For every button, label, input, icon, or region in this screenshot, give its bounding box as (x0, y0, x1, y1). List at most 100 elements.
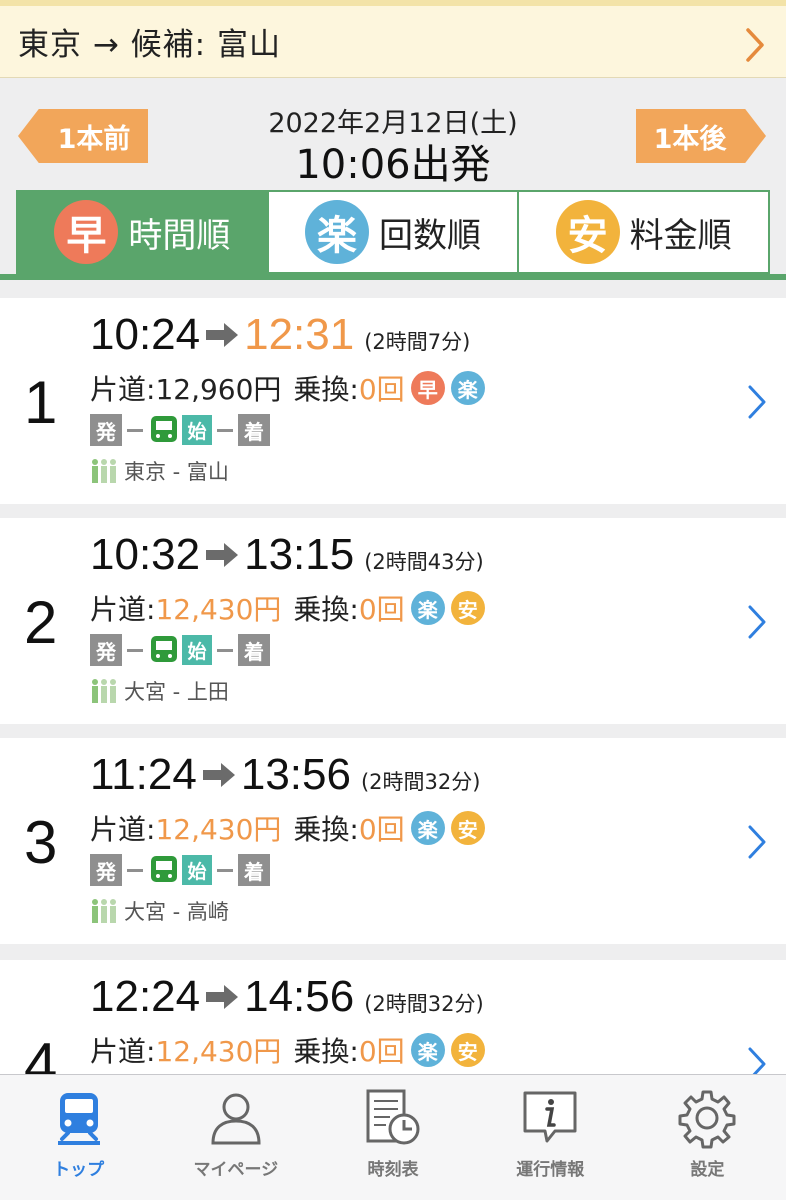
transfer-count: 0回 (358, 373, 405, 406)
departure-stop: 発 (90, 854, 122, 886)
result-number: 2 (24, 589, 58, 656)
duration: (2時間7分) (364, 330, 471, 354)
chevron-right-icon (748, 605, 766, 639)
route-text: 東京 → 候補: 富山 (18, 27, 281, 63)
fare-label: 片道: (90, 813, 156, 846)
departure-stop: 発 (90, 634, 122, 666)
arrival-time: 14:56 (244, 972, 355, 1021)
train-section: 大宮 - 上田 (124, 680, 229, 704)
transfer-count: 0回 (358, 813, 405, 846)
fast-badge-icon: 早 (410, 371, 445, 405)
congestion-icon (92, 459, 116, 483)
transfer-label: 乗換: (293, 593, 359, 626)
duration: (2時間43分) (364, 550, 484, 574)
route-bar[interactable]: 東京 → 候補: 富山 (0, 0, 786, 78)
route-diagram: 発 始 着 (90, 854, 270, 886)
next-train-button[interactable]: 1本後 (636, 109, 766, 163)
fare-value: 12,430円 (155, 813, 282, 846)
cheap-icon: 安 (555, 200, 620, 264)
shinkansen-icon (151, 416, 177, 442)
congestion-icon (92, 899, 116, 923)
arrow-right-icon (206, 985, 239, 1009)
cheap-badge-icon: 安 (450, 811, 485, 845)
result-card-3[interactable]: 3 11:24 13:56 (2時間32分) 片道: 12,430円 乗換: 0… (0, 738, 786, 944)
train-section: 大宮 - 高崎 (124, 900, 229, 924)
easy-badge-icon: 楽 (410, 591, 445, 625)
tab-underline (0, 274, 786, 280)
tabbar-mypage[interactable]: マイページ (157, 1075, 314, 1200)
date-header: 1本前 2022年2月12日(土) 10:06出発 1本後 (0, 78, 786, 190)
person-icon (211, 1093, 261, 1145)
tab-sort-transfers[interactable]: 楽 回数順 (269, 192, 520, 272)
tabbar-label: 運行情報 (516, 1160, 585, 1180)
chevron-right-icon (746, 28, 764, 62)
departure-stop: 発 (90, 414, 122, 446)
transfer-count: 0回 (358, 1035, 405, 1068)
train-icon (57, 1093, 100, 1145)
departure-time: 10:24 (90, 310, 201, 359)
arrival-stop: 着 (238, 414, 270, 446)
result-number: 4 (24, 1031, 58, 1074)
bottom-tab-bar: トップ マイページ 時刻表 運行情報 設定 (0, 1074, 786, 1200)
origin-start-badge: 始 (182, 415, 212, 445)
tabbar-label: 時刻表 (367, 1160, 419, 1180)
departure-time: 12:24 (90, 972, 201, 1021)
duration: (2時間32分) (364, 992, 484, 1016)
transfer-label: 乗換: (293, 373, 359, 406)
departure-time: 11:24 (90, 750, 197, 799)
info-icon (523, 1091, 577, 1143)
result-card-4[interactable]: 4 12:24 14:56 (2時間32分) 片道: 12,430円 乗換: 0… (0, 960, 786, 1074)
tab-label: 回数順 (379, 215, 481, 256)
fare-value: 12,430円 (155, 1035, 282, 1068)
timetable-icon (366, 1089, 420, 1145)
shinkansen-icon (151, 856, 177, 882)
arrow-right-icon (206, 543, 239, 567)
result-number: 1 (24, 369, 58, 436)
easy-icon: 楽 (305, 200, 369, 264)
origin-start-badge: 始 (182, 855, 212, 885)
fare-label: 片道: (90, 593, 156, 626)
congestion-icon (92, 679, 116, 703)
chevron-right-icon (748, 825, 766, 859)
fare-value: 12,960円 (155, 373, 282, 406)
tabbar-top[interactable]: トップ (0, 1075, 157, 1200)
chevron-right-icon (748, 385, 766, 419)
cheap-badge-icon: 安 (450, 1033, 485, 1067)
tab-sort-fare[interactable]: 安 料金順 (519, 192, 768, 272)
result-card-2[interactable]: 2 10:32 13:15 (2時間43分) 片道: 12,430円 乗換: 0… (0, 518, 786, 724)
arrow-right-icon (202, 763, 235, 787)
easy-badge-icon: 楽 (410, 1033, 445, 1067)
tabbar-label: マイページ (193, 1160, 279, 1180)
arrival-time: 12:31 (244, 310, 355, 359)
result-card-1[interactable]: 1 10:24 12:31 (2時間7分) 片道: 12,960円 乗換: 0回… (0, 298, 786, 504)
arrival-time: 13:56 (240, 750, 351, 799)
transfer-count: 0回 (358, 593, 405, 626)
transfer-label: 乗換: (293, 1035, 359, 1068)
origin-start-badge: 始 (182, 635, 212, 665)
easy-badge-icon: 楽 (410, 811, 445, 845)
arrow-right-icon (206, 323, 239, 347)
result-number: 3 (24, 809, 58, 876)
departure-time: 10:32 (90, 530, 201, 579)
tab-label: 料金順 (629, 215, 732, 256)
sort-tabs: 早 時間順 楽 回数順 安 料金順 (16, 190, 770, 274)
tab-sort-time[interactable]: 早 時間順 (18, 192, 269, 272)
fare-value: 12,430円 (155, 593, 282, 626)
tab-label: 時間順 (128, 215, 231, 256)
tabbar-service-info[interactable]: 運行情報 (472, 1075, 629, 1200)
arrival-time: 13:15 (244, 530, 355, 579)
cheap-badge-icon: 安 (450, 591, 485, 625)
tabbar-timetable[interactable]: 時刻表 (314, 1075, 471, 1200)
duration: (2時間32分) (360, 770, 481, 794)
shinkansen-icon (151, 636, 177, 662)
transfer-label: 乗換: (293, 813, 359, 846)
tabbar-settings[interactable]: 設定 (629, 1075, 786, 1200)
route-diagram: 発 始 着 (90, 634, 270, 666)
arrival-stop: 着 (238, 634, 270, 666)
fare-label: 片道: (90, 1035, 156, 1068)
route-diagram: 発 始 着 (90, 414, 270, 446)
train-section: 東京 - 富山 (124, 460, 229, 484)
chevron-right-icon (748, 1047, 766, 1074)
fare-label: 片道: (90, 373, 156, 406)
fast-icon: 早 (54, 200, 119, 264)
